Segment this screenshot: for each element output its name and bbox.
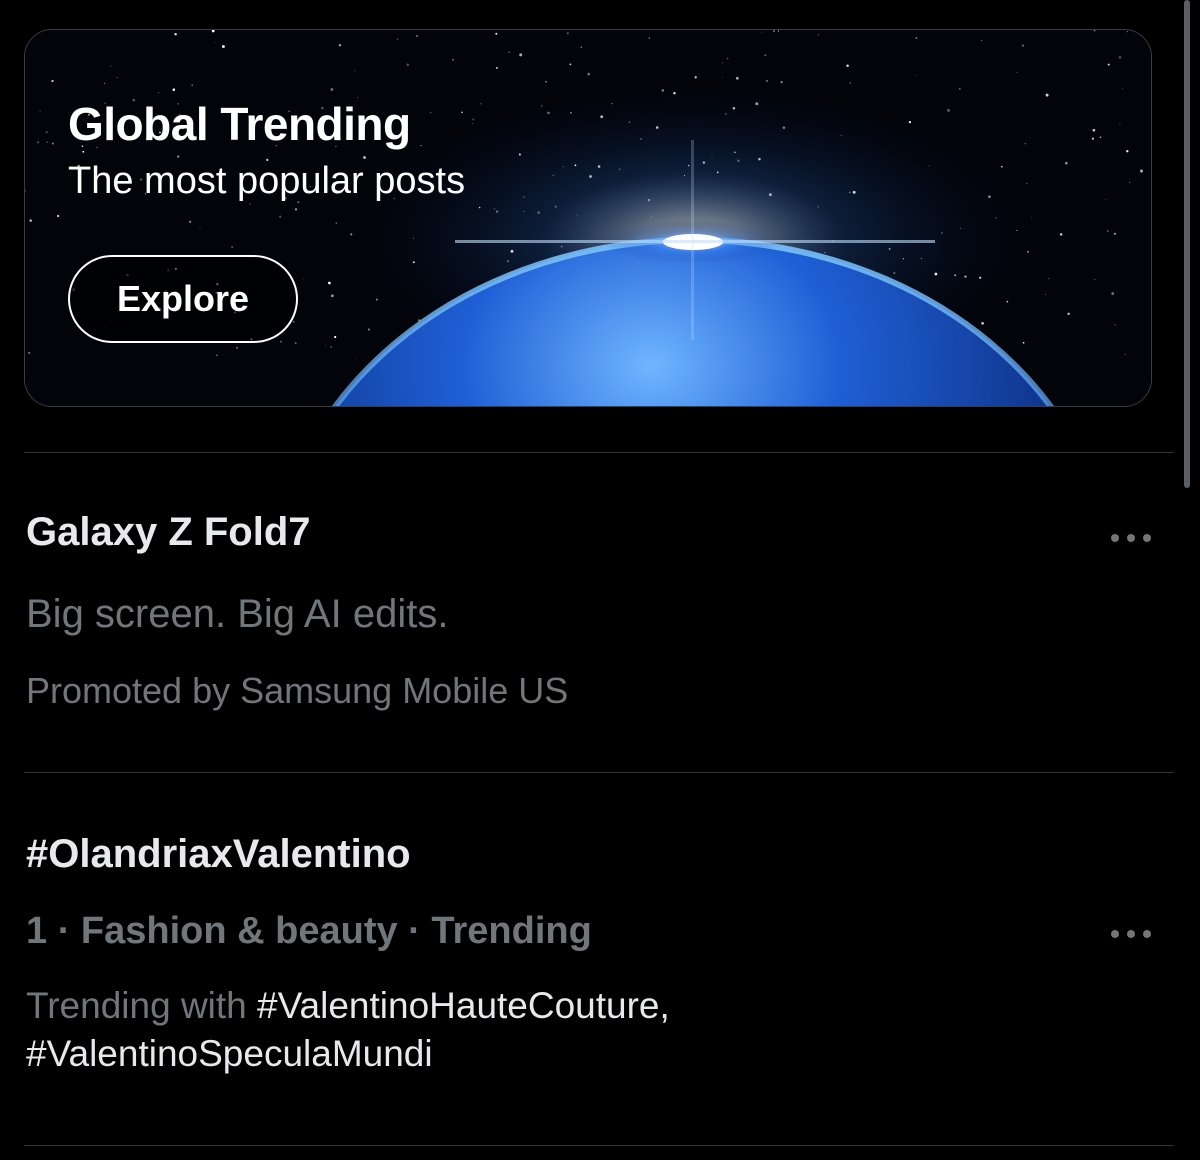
global-trending-banner[interactable]: Global Trending The most popular posts E… — [24, 29, 1152, 407]
earth-from-space-image — [25, 30, 1151, 406]
explore-button[interactable]: Explore — [68, 255, 298, 343]
scrollbar[interactable] — [1184, 0, 1190, 488]
banner-title: Global Trending — [68, 98, 411, 150]
more-horizontal-icon[interactable] — [1111, 928, 1151, 940]
trend-meta-row: 1 · Fashion & beauty · Trending — [26, 910, 1146, 953]
divider — [24, 452, 1174, 453]
divider — [24, 772, 1174, 773]
promoted-title: Galaxy Z Fold7 — [26, 510, 311, 554]
trending-with-label: Trending with — [26, 985, 247, 1026]
promoted-tagline-row: Big screen. Big AI edits. — [26, 592, 1146, 637]
trend-title: #OlandriaxValentino — [26, 832, 411, 876]
promoted-byline: Promoted by Samsung Mobile US — [26, 670, 569, 711]
promoted-tagline: Big screen. Big AI edits. — [26, 592, 449, 636]
promoted-trend-item[interactable]: Galaxy Z Fold7 — [26, 510, 1146, 555]
hashtag-link[interactable]: #ValentinoSpeculaMundi — [26, 1033, 433, 1074]
divider — [24, 1145, 1174, 1146]
promoted-byline-row: Promoted by Samsung Mobile US — [26, 670, 1146, 712]
trend-item[interactable]: #OlandriaxValentino — [26, 832, 1146, 877]
hashtag-link[interactable]: #ValentinoHauteCouture, — [257, 985, 670, 1026]
trend-meta: 1 · Fashion & beauty · Trending — [26, 910, 592, 952]
trending-with: Trending with #ValentinoHauteCouture, #V… — [26, 982, 1146, 1078]
more-horizontal-icon[interactable] — [1111, 532, 1151, 544]
banner-subtitle: The most popular posts — [68, 160, 466, 202]
